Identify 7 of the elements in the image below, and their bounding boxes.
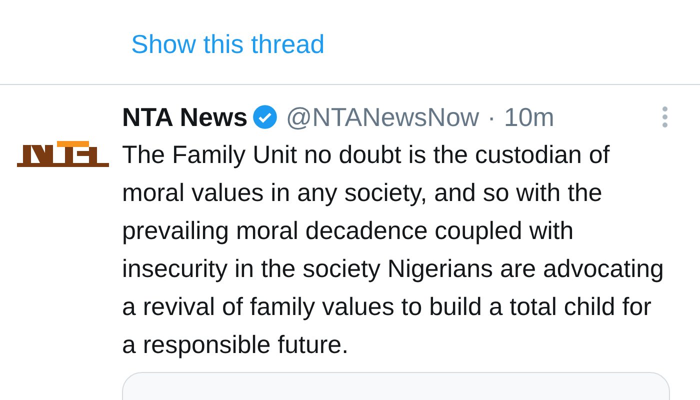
tweet-time: 10m (504, 100, 554, 134)
show-thread-link[interactable]: Show this thread (131, 29, 325, 59)
more-options-icon[interactable] (662, 106, 668, 128)
separator-dot: · (487, 100, 496, 134)
account-handle: @NTANewsNow (286, 100, 480, 134)
tweet-text: The Family Unit no doubt is the custodian of moral values in any society, and so with the prevailing moral decadence coupled with insecurity in the society Nigerians are advocating a revival of family values to build a total child for a responsible future. (122, 140, 665, 361)
account-name: NTA News (122, 100, 248, 134)
